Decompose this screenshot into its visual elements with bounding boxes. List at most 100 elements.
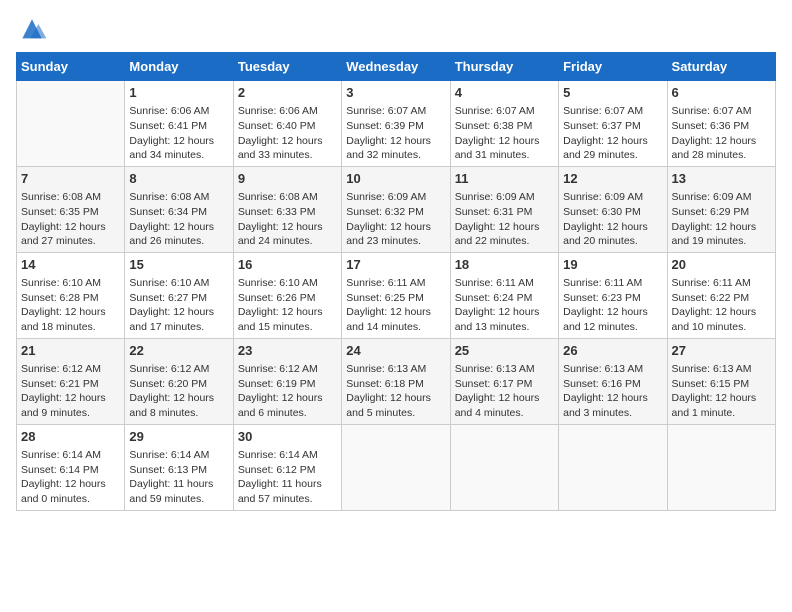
calendar-cell: 28 Sunrise: 6:14 AM Sunset: 6:14 PM Dayli… <box>17 424 125 510</box>
calendar-cell: 5 Sunrise: 6:07 AM Sunset: 6:37 PM Daylig… <box>559 81 667 167</box>
calendar-cell <box>559 424 667 510</box>
calendar-cell: 18 Sunrise: 6:11 AM Sunset: 6:24 PM Dayli… <box>450 252 558 338</box>
calendar-cell: 11 Sunrise: 6:09 AM Sunset: 6:31 PM Dayli… <box>450 166 558 252</box>
day-info: Sunrise: 6:13 AM Sunset: 6:16 PM Dayligh… <box>563 362 662 421</box>
day-number: 8 <box>129 170 228 188</box>
day-info: Sunrise: 6:09 AM Sunset: 6:31 PM Dayligh… <box>455 190 554 249</box>
day-info: Sunrise: 6:06 AM Sunset: 6:40 PM Dayligh… <box>238 104 337 163</box>
day-info: Sunrise: 6:14 AM Sunset: 6:14 PM Dayligh… <box>21 448 120 507</box>
calendar-week-row: 28 Sunrise: 6:14 AM Sunset: 6:14 PM Dayli… <box>17 424 776 510</box>
day-info: Sunrise: 6:14 AM Sunset: 6:13 PM Dayligh… <box>129 448 228 507</box>
calendar-cell: 27 Sunrise: 6:13 AM Sunset: 6:15 PM Dayli… <box>667 338 775 424</box>
day-number: 12 <box>563 170 662 188</box>
day-number: 15 <box>129 256 228 274</box>
calendar-cell: 4 Sunrise: 6:07 AM Sunset: 6:38 PM Daylig… <box>450 81 558 167</box>
day-info: Sunrise: 6:08 AM Sunset: 6:33 PM Dayligh… <box>238 190 337 249</box>
header-day-saturday: Saturday <box>667 53 775 81</box>
day-info: Sunrise: 6:12 AM Sunset: 6:19 PM Dayligh… <box>238 362 337 421</box>
day-info: Sunrise: 6:09 AM Sunset: 6:30 PM Dayligh… <box>563 190 662 249</box>
calendar-week-row: 7 Sunrise: 6:08 AM Sunset: 6:35 PM Daylig… <box>17 166 776 252</box>
day-info: Sunrise: 6:10 AM Sunset: 6:26 PM Dayligh… <box>238 276 337 335</box>
calendar-table: SundayMondayTuesdayWednesdayThursdayFrid… <box>16 52 776 511</box>
calendar-header-row: SundayMondayTuesdayWednesdayThursdayFrid… <box>17 53 776 81</box>
header <box>16 16 776 44</box>
day-number: 29 <box>129 428 228 446</box>
day-info: Sunrise: 6:07 AM Sunset: 6:38 PM Dayligh… <box>455 104 554 163</box>
day-info: Sunrise: 6:07 AM Sunset: 6:36 PM Dayligh… <box>672 104 771 163</box>
day-number: 2 <box>238 84 337 102</box>
day-number: 25 <box>455 342 554 360</box>
calendar-cell: 22 Sunrise: 6:12 AM Sunset: 6:20 PM Dayli… <box>125 338 233 424</box>
day-info: Sunrise: 6:08 AM Sunset: 6:35 PM Dayligh… <box>21 190 120 249</box>
day-number: 18 <box>455 256 554 274</box>
calendar-cell <box>450 424 558 510</box>
calendar-week-row: 14 Sunrise: 6:10 AM Sunset: 6:28 PM Dayli… <box>17 252 776 338</box>
day-number: 14 <box>21 256 120 274</box>
day-info: Sunrise: 6:07 AM Sunset: 6:37 PM Dayligh… <box>563 104 662 163</box>
calendar-cell: 24 Sunrise: 6:13 AM Sunset: 6:18 PM Dayli… <box>342 338 450 424</box>
day-number: 21 <box>21 342 120 360</box>
day-number: 16 <box>238 256 337 274</box>
day-number: 4 <box>455 84 554 102</box>
day-number: 3 <box>346 84 445 102</box>
calendar-cell: 13Sunrise: 6:09 AM Sunset: 6:29 PM Dayli… <box>667 166 775 252</box>
calendar-cell: 1Sunrise: 6:06 AM Sunset: 6:41 PM Daylig… <box>125 81 233 167</box>
calendar-cell: 7 Sunrise: 6:08 AM Sunset: 6:35 PM Daylig… <box>17 166 125 252</box>
day-number: 6 <box>672 84 771 102</box>
calendar-cell: 10 Sunrise: 6:09 AM Sunset: 6:32 PM Dayli… <box>342 166 450 252</box>
calendar-cell: 12 Sunrise: 6:09 AM Sunset: 6:30 PM Dayli… <box>559 166 667 252</box>
day-number: 19 <box>563 256 662 274</box>
calendar-cell: 2 Sunrise: 6:06 AM Sunset: 6:40 PM Daylig… <box>233 81 341 167</box>
day-number: 11 <box>455 170 554 188</box>
calendar-cell: 14 Sunrise: 6:10 AM Sunset: 6:28 PM Dayli… <box>17 252 125 338</box>
calendar-cell: 30 Sunrise: 6:14 AM Sunset: 6:12 PM Dayli… <box>233 424 341 510</box>
day-number: 17 <box>346 256 445 274</box>
day-info: Sunrise: 6:11 AM Sunset: 6:23 PM Dayligh… <box>563 276 662 335</box>
calendar-cell: 15 Sunrise: 6:10 AM Sunset: 6:27 PM Dayli… <box>125 252 233 338</box>
day-info: Sunrise: 6:13 AM Sunset: 6:17 PM Dayligh… <box>455 362 554 421</box>
header-day-monday: Monday <box>125 53 233 81</box>
calendar-cell: 23 Sunrise: 6:12 AM Sunset: 6:19 PM Dayli… <box>233 338 341 424</box>
day-info: Sunrise: 6:13 AM Sunset: 6:18 PM Dayligh… <box>346 362 445 421</box>
day-info: Sunrise: 6:12 AM Sunset: 6:21 PM Dayligh… <box>21 362 120 421</box>
logo <box>16 16 52 44</box>
day-info: Sunrise: 6:09 AM Sunset: 6:29 PM Dayligh… <box>672 190 771 249</box>
calendar-cell: 29 Sunrise: 6:14 AM Sunset: 6:13 PM Dayli… <box>125 424 233 510</box>
calendar-cell: 21 Sunrise: 6:12 AM Sunset: 6:21 PM Dayli… <box>17 338 125 424</box>
day-info: Sunrise: 6:10 AM Sunset: 6:27 PM Dayligh… <box>129 276 228 335</box>
day-info: Sunrise: 6:14 AM Sunset: 6:12 PM Dayligh… <box>238 448 337 507</box>
calendar-cell: 26 Sunrise: 6:13 AM Sunset: 6:16 PM Dayli… <box>559 338 667 424</box>
day-number: 27 <box>672 342 771 360</box>
calendar-week-row: 21 Sunrise: 6:12 AM Sunset: 6:21 PM Dayli… <box>17 338 776 424</box>
day-info: Sunrise: 6:11 AM Sunset: 6:22 PM Dayligh… <box>672 276 771 335</box>
header-day-thursday: Thursday <box>450 53 558 81</box>
day-number: 24 <box>346 342 445 360</box>
header-day-tuesday: Tuesday <box>233 53 341 81</box>
calendar-cell: 8 Sunrise: 6:08 AM Sunset: 6:34 PM Daylig… <box>125 166 233 252</box>
header-day-sunday: Sunday <box>17 53 125 81</box>
calendar-cell <box>342 424 450 510</box>
day-number: 7 <box>21 170 120 188</box>
day-info: Sunrise: 6:13 AM Sunset: 6:15 PM Dayligh… <box>672 362 771 421</box>
calendar-cell: 19 Sunrise: 6:11 AM Sunset: 6:23 PM Dayli… <box>559 252 667 338</box>
calendar-cell: 17 Sunrise: 6:11 AM Sunset: 6:25 PM Dayli… <box>342 252 450 338</box>
calendar-cell: 6 Sunrise: 6:07 AM Sunset: 6:36 PM Daylig… <box>667 81 775 167</box>
day-number: 23 <box>238 342 337 360</box>
day-number: 28 <box>21 428 120 446</box>
day-info: Sunrise: 6:08 AM Sunset: 6:34 PM Dayligh… <box>129 190 228 249</box>
calendar-cell: 16 Sunrise: 6:10 AM Sunset: 6:26 PM Dayli… <box>233 252 341 338</box>
calendar-cell: 20Sunrise: 6:11 AM Sunset: 6:22 PM Dayli… <box>667 252 775 338</box>
day-number: 10 <box>346 170 445 188</box>
calendar-cell: 25 Sunrise: 6:13 AM Sunset: 6:17 PM Dayli… <box>450 338 558 424</box>
day-info: Sunrise: 6:10 AM Sunset: 6:28 PM Dayligh… <box>21 276 120 335</box>
day-info: Sunrise: 6:11 AM Sunset: 6:25 PM Dayligh… <box>346 276 445 335</box>
day-number: 30 <box>238 428 337 446</box>
day-number: 5 <box>563 84 662 102</box>
day-info: Sunrise: 6:11 AM Sunset: 6:24 PM Dayligh… <box>455 276 554 335</box>
day-info: Sunrise: 6:12 AM Sunset: 6:20 PM Dayligh… <box>129 362 228 421</box>
day-info: Sunrise: 6:09 AM Sunset: 6:32 PM Dayligh… <box>346 190 445 249</box>
calendar-cell <box>667 424 775 510</box>
day-info: Sunrise: 6:07 AM Sunset: 6:39 PM Dayligh… <box>346 104 445 163</box>
day-number: 26 <box>563 342 662 360</box>
day-number: 22 <box>129 342 228 360</box>
